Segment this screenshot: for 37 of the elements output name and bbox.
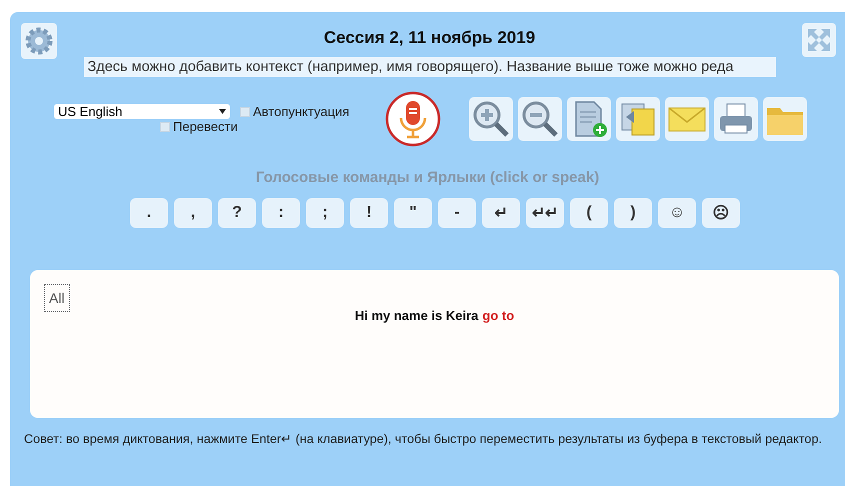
command-key[interactable]: )	[614, 198, 652, 228]
command-key[interactable]: :	[262, 198, 300, 228]
fullscreen-icon[interactable]	[801, 22, 837, 58]
language-dropdown[interactable]: US English	[54, 104, 230, 119]
command-key[interactable]: ↵↵	[526, 198, 564, 228]
command-key[interactable]: -	[438, 198, 476, 228]
checkbox[interactable]	[160, 122, 170, 132]
microphone-icon[interactable]	[385, 91, 442, 147]
command-key[interactable]: ;	[306, 198, 344, 228]
final-text: Hi my name is Keira	[354, 308, 478, 325]
select-all-button[interactable]: All	[44, 284, 70, 312]
checkbox-label[interactable]: Перевести	[173, 119, 238, 134]
commands-title: Голосовые команды и Ярлыки (click or speak)	[256, 169, 600, 186]
checkbox[interactable]	[240, 106, 250, 116]
session-title[interactable]: Сессия 2, 11 ноябрь 2019	[324, 28, 536, 48]
command-key[interactable]: ?	[218, 198, 256, 228]
command-key[interactable]: (	[570, 198, 608, 228]
command-key[interactable]: "	[394, 198, 432, 228]
text-editor[interactable]: All Hi my name is Keira go to	[30, 270, 839, 418]
gear-icon[interactable]	[20, 22, 58, 60]
tip-text: Совет: во время диктования, нажмите Enter↵ (на клавиатуре), чтобы быстро переместить результаты из буфера в текстовый редактор.	[24, 431, 823, 446]
dropdown-arrow-icon[interactable]	[219, 109, 226, 114]
checkbox-label[interactable]: Автопунктуация	[253, 104, 350, 119]
zoom-in-icon[interactable]	[469, 97, 514, 141]
command-key[interactable]: ☺	[658, 198, 696, 228]
zoom-out-icon[interactable]	[518, 97, 562, 141]
documents-icon[interactable]	[616, 97, 660, 141]
command-key[interactable]: .	[130, 198, 168, 228]
envelope-icon[interactable]	[665, 97, 710, 141]
new-document-icon[interactable]	[567, 97, 612, 141]
interim-text: go to	[482, 308, 514, 325]
command-key[interactable]: !	[350, 198, 388, 228]
command-key[interactable]: ,	[174, 198, 212, 228]
context-field[interactable]: Здесь можно добавить контекст (например, имя говорящего). Название выше тоже можно реда	[84, 57, 776, 77]
printer-icon[interactable]	[714, 97, 758, 141]
command-key[interactable]: ↵	[482, 198, 520, 228]
command-key[interactable]: ☹	[702, 198, 740, 228]
